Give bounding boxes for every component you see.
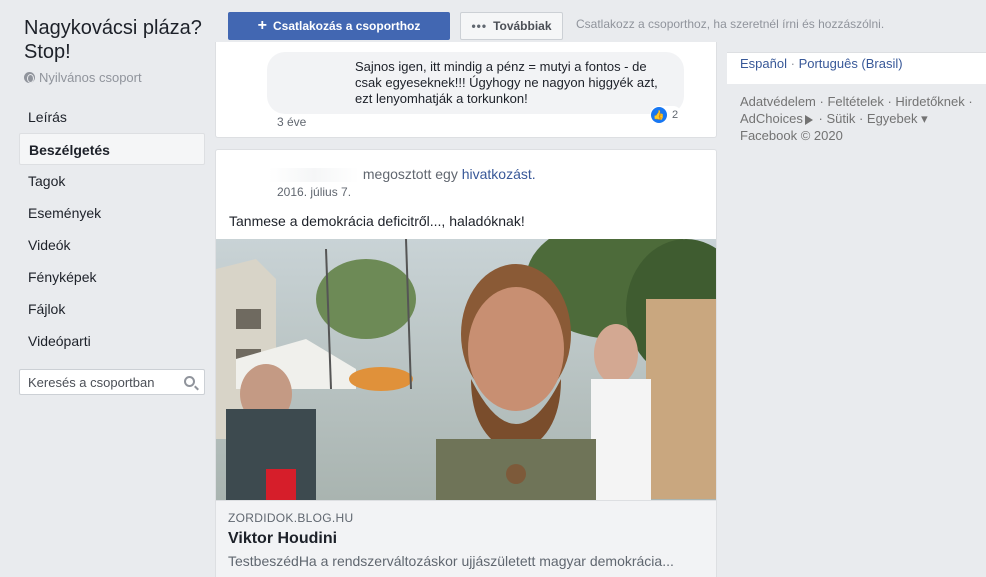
- reaction-badge[interactable]: 👍 2: [650, 106, 683, 124]
- footer-link-cookies[interactable]: Sütik: [826, 111, 855, 126]
- nav-item-members[interactable]: Tagok: [19, 165, 205, 197]
- footer-link-advertising[interactable]: Hirdetőknek: [895, 94, 964, 109]
- join-group-label: Csatlakozás a csoporthoz: [272, 19, 421, 33]
- link-preview-domain: ZORDIDOK.BLOG.HU: [228, 511, 354, 525]
- more-button[interactable]: ••• Továbbiak: [460, 12, 563, 40]
- more-dots-icon: •••: [471, 19, 488, 33]
- photo-illustration: [216, 239, 716, 500]
- footer-copyright: Facebook © 2020: [740, 128, 843, 143]
- nav-item-events[interactable]: Események: [19, 197, 205, 229]
- like-icon: 👍: [651, 107, 667, 123]
- post-date[interactable]: 2016. július 7.: [277, 185, 351, 199]
- footer-link-more[interactable]: Egyebek: [867, 111, 918, 126]
- group-privacy-label: Nyilvános csoport: [39, 70, 142, 85]
- group-search-input[interactable]: [20, 370, 170, 394]
- language-links: Español · Português (Brasil): [740, 56, 903, 71]
- join-hint: Csatlakozz a csoporthoz, ha szeretnél ír…: [576, 17, 885, 31]
- nav-item-files[interactable]: Fájlok: [19, 293, 205, 325]
- facebook-group-page: Nagykovácsi pláza? Stop! Nyilvános csopo…: [0, 0, 986, 577]
- language-link-pt[interactable]: Português (Brasil): [799, 56, 903, 71]
- link-preview-title[interactable]: Viktor Houdini: [228, 530, 704, 548]
- post-card: megosztott egy hivatkozást. 2016. július…: [215, 149, 717, 577]
- group-privacy: Nyilvános csoport: [24, 70, 142, 85]
- post-header: megosztott egy hivatkozást.: [269, 166, 536, 183]
- shared-text: megosztott egy: [362, 166, 458, 182]
- globe-icon: [24, 72, 35, 83]
- nav-item-watch-party[interactable]: Videóparti: [19, 325, 205, 357]
- comment-card: Sajnos igen, itt mindig a pénz = mutyi a…: [215, 42, 717, 138]
- footer-links: Adatvédelem · Feltételek · Hirdetőknek ·…: [740, 94, 973, 143]
- more-label: Továbbiak: [493, 19, 552, 33]
- left-sidebar: Nagykovácsi pláza? Stop! Nyilvános csopo…: [0, 0, 215, 577]
- comment-time[interactable]: 3 éve: [277, 115, 306, 129]
- group-nav: Leírás Beszélgetés Tagok Események Videó…: [19, 101, 205, 357]
- adchoices-icon: [804, 114, 813, 125]
- language-separator: ·: [790, 56, 799, 71]
- nav-item-discussion[interactable]: Beszélgetés: [19, 133, 205, 165]
- group-title[interactable]: Nagykovácsi pláza? Stop!: [24, 16, 214, 64]
- footer-link-privacy[interactable]: Adatvédelem: [740, 94, 816, 109]
- comment-bubble: Sajnos igen, itt mindig a pénz = mutyi a…: [267, 52, 684, 114]
- nav-item-videos[interactable]: Videók: [19, 229, 205, 261]
- footer-link-adchoices[interactable]: AdChoices: [740, 111, 803, 126]
- reaction-count: 2: [672, 109, 679, 121]
- link-preview-image[interactable]: [216, 239, 716, 500]
- link-preview-description: TestbeszédHa a rendszerváltozáskor ujjás…: [228, 553, 674, 569]
- search-icon[interactable]: [184, 376, 195, 387]
- footer-link-terms[interactable]: Feltételek: [827, 94, 883, 109]
- nav-item-description[interactable]: Leírás: [19, 101, 205, 133]
- language-link-es[interactable]: Español: [740, 56, 787, 71]
- shared-link-word[interactable]: hivatkozást.: [462, 166, 536, 182]
- post-text: Tanmese a demokrácia deficitről..., hala…: [229, 213, 525, 229]
- comment-text: Sajnos igen, itt mindig a pénz = mutyi a…: [355, 59, 658, 106]
- link-preview[interactable]: ZORDIDOK.BLOG.HU Viktor Houdini Testbesz…: [216, 500, 716, 577]
- author-name-redacted: [269, 168, 359, 183]
- group-search: [19, 369, 205, 395]
- plus-icon: +: [257, 17, 267, 34]
- join-group-button[interactable]: + Csatlakozás a csoporthoz: [228, 12, 450, 40]
- nav-item-photos[interactable]: Fényképek: [19, 261, 205, 293]
